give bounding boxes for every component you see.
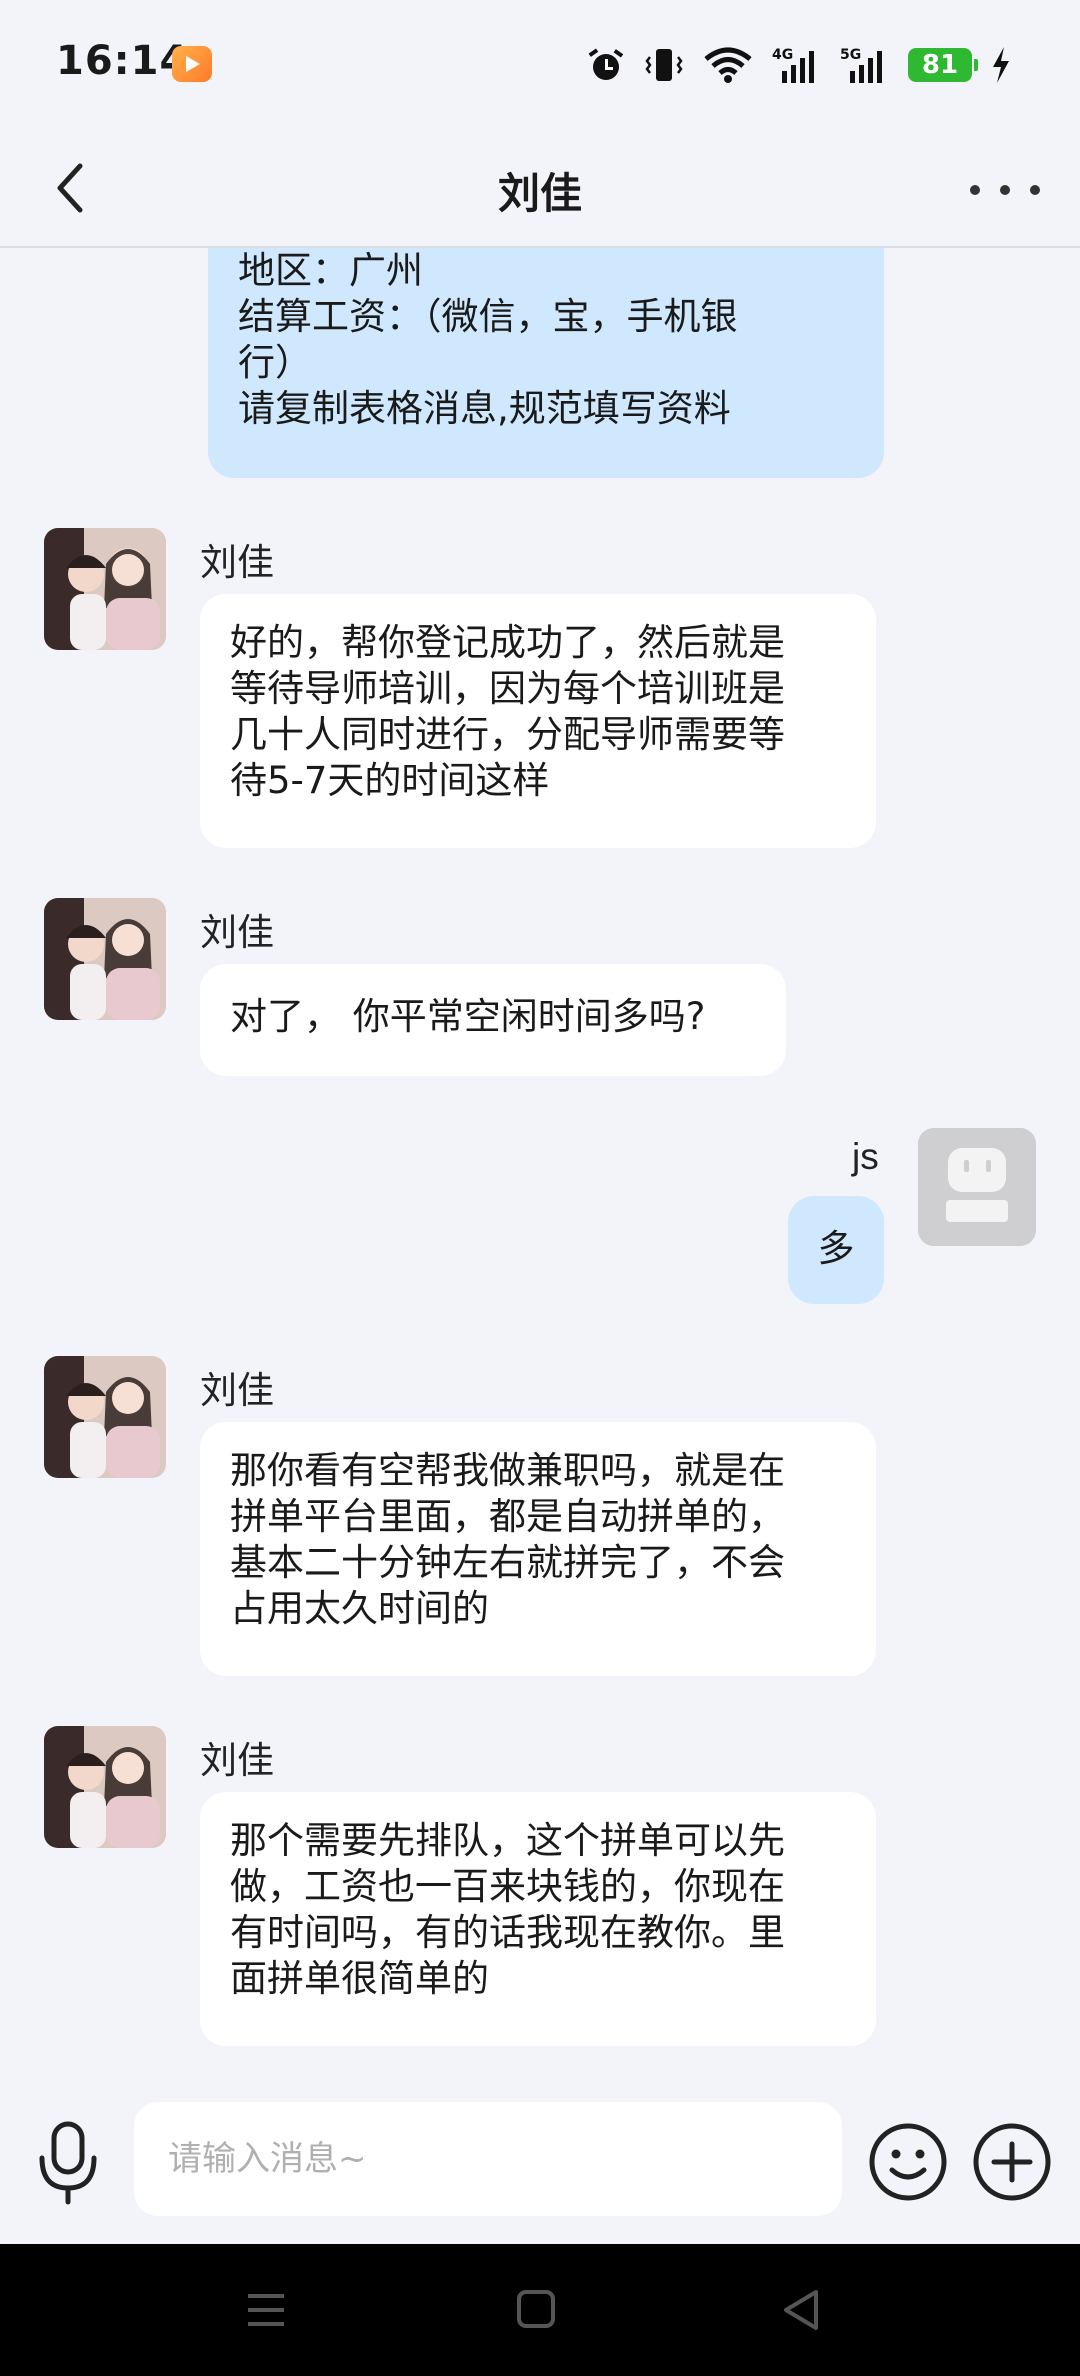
message-bubble-out[interactable]: 地区：广州 结算工资：（微信，宝，手机银 行） 请复制表格消息,规范填写资料 <box>208 220 884 478</box>
avatar[interactable] <box>918 1128 1036 1246</box>
message-text: 请复制表格消息,规范填写资料 <box>238 387 731 430</box>
sender-name: 刘佳 <box>200 541 274 584</box>
message-text: 结算工资：（微信，宝，手机银 <box>238 295 738 338</box>
message-text: 那个需要先排队，这个拼单可以先 <box>230 1819 785 1862</box>
avatar[interactable] <box>44 898 166 1020</box>
message-text: 占用太久时间的 <box>230 1587 489 1630</box>
status-icons: 4G 5G 81 <box>586 40 1012 90</box>
message-text: 等待导师培训，因为每个培训班是 <box>230 667 785 710</box>
message-text: 面拼单很简单的 <box>230 1957 489 2000</box>
avatar[interactable] <box>44 528 166 650</box>
charging-icon <box>993 47 1009 83</box>
sender-name: 刘佳 <box>200 1739 274 1782</box>
wifi-icon <box>704 47 752 83</box>
message-text: 几十人同时进行，分配导师需要等 <box>230 713 785 756</box>
avatar[interactable] <box>44 1356 166 1478</box>
system-nav-bar <box>0 2244 1080 2376</box>
message-bubble-out[interactable]: 多 <box>788 1196 884 1304</box>
message-bubble-in[interactable]: 对了， 你平常空闲时间多吗? <box>200 964 786 1076</box>
menu-icon[interactable] <box>236 2284 296 2336</box>
signal-5g-icon: 5G <box>840 47 882 83</box>
microphone-icon[interactable] <box>30 2118 106 2208</box>
back-triangle-icon[interactable] <box>772 2284 832 2336</box>
message-input[interactable] <box>134 2102 842 2216</box>
signal-4g-icon: 4G <box>772 47 814 83</box>
sender-name: 刘佳 <box>200 911 274 954</box>
emoji-icon[interactable] <box>868 2122 948 2202</box>
status-time: 16:14 <box>56 38 189 84</box>
vibrate-icon <box>645 49 683 81</box>
message-bubble-in[interactable]: 那你看有空帮我做兼职吗，就是在 拼单平台里面，都是自动拼单的， 基本二十分钟左右… <box>200 1422 876 1676</box>
message-bubble-in[interactable]: 好的，帮你登记成功了，然后就是 等待导师培训，因为每个培训班是 几十人同时进行，… <box>200 594 876 848</box>
message-text: 有时间吗，有的话我现在教你。里 <box>230 1911 785 1954</box>
home-icon[interactable] <box>506 2284 566 2336</box>
input-bar <box>0 2074 1080 2244</box>
message-text: 地区：广州 <box>238 249 423 292</box>
message-text: 好的，帮你登记成功了，然后就是 <box>230 621 785 664</box>
sender-name: 刘佳 <box>200 1369 274 1412</box>
app-notification-icon <box>172 46 212 82</box>
plus-icon[interactable] <box>972 2122 1052 2202</box>
message-text: 多 <box>817 1227 855 1270</box>
message-text: 待5-7天的时间这样 <box>230 759 550 802</box>
message-text: 做，工资也一百来块钱的，你现在 <box>230 1865 785 1908</box>
alarm-icon <box>588 48 624 80</box>
message-text: 对了， 你平常空闲时间多吗? <box>230 995 706 1038</box>
message-bubble-in[interactable]: 那个需要先排队，这个拼单可以先 做，工资也一百来块钱的，你现在 有时间吗，有的话… <box>200 1792 876 2046</box>
message-text: 拼单平台里面，都是自动拼单的， <box>230 1495 785 1538</box>
avatar[interactable] <box>44 1726 166 1848</box>
message-text: 基本二十分钟左右就拼完了，不会 <box>230 1541 785 1584</box>
more-button[interactable] <box>970 170 1040 210</box>
battery-indicator: 81 <box>908 48 978 82</box>
net2-label: 5G <box>840 47 861 63</box>
status-bar: 16:14 4G 5G 81 <box>0 0 1080 130</box>
message-text: 行） <box>238 341 312 384</box>
message-text: 那你看有空帮我做兼职吗，就是在 <box>230 1449 785 1492</box>
header-layer: 刘佳 <box>0 130 1080 244</box>
net1-label: 4G <box>772 47 793 63</box>
chat-title: 刘佳 <box>497 169 582 218</box>
sender-name: js <box>852 1136 879 1177</box>
